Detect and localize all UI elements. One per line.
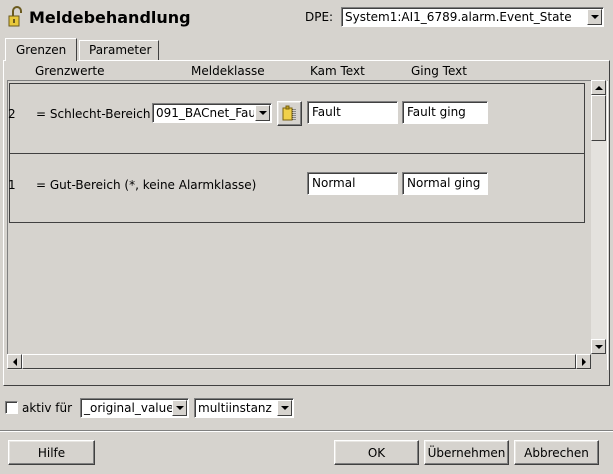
instance-select[interactable]: multiinstanz [194, 398, 294, 418]
lock-icon [8, 6, 24, 28]
scroll-right-button[interactable] [576, 354, 591, 369]
aktiv-checkbox[interactable] [5, 401, 18, 414]
scroll-left-button[interactable] [7, 354, 22, 369]
tab-parameter[interactable]: Parameter [79, 40, 159, 60]
instance-select-value: multiinstanz [198, 401, 272, 415]
dpe-label: DPE: [305, 10, 334, 24]
vertical-scrollbar[interactable] [591, 80, 607, 354]
scroll-down-button[interactable] [591, 339, 606, 354]
tab-grenzen[interactable]: Grenzen [5, 38, 77, 61]
scroll-up-button[interactable] [591, 80, 606, 95]
abbrechen-button[interactable]: Abbrechen [514, 440, 599, 465]
uebernehmen-button[interactable]: Übernehmen [424, 440, 509, 465]
aktiv-label: aktiv für [22, 401, 73, 415]
ging-text-input[interactable]: Fault ging [402, 101, 488, 124]
scrollbar-corner [591, 354, 607, 370]
tab-parameter-label: Parameter [89, 43, 152, 57]
chevron-down-icon[interactable] [277, 400, 292, 416]
column-header-meldeklasse: Meldeklasse [191, 64, 265, 78]
column-header-ging-text: Ging Text [411, 64, 467, 78]
value-select-value: _original_value [84, 401, 174, 415]
horizontal-scrollbar[interactable] [7, 354, 591, 370]
row-index: 1 [8, 178, 16, 192]
ok-button[interactable]: OK [334, 440, 419, 465]
ging-text-input[interactable]: Normal ging [402, 172, 488, 195]
tab-grenzen-label: Grenzen [16, 43, 67, 57]
value-select[interactable]: _original_value [80, 398, 189, 418]
kam-text-input[interactable]: Fault [307, 101, 398, 124]
meldeklasse-select-value: 091_BACnet_Fault [156, 106, 254, 120]
dpe-select-value: System1:AI1_6789.alarm.Event_State [345, 10, 572, 24]
hilfe-button[interactable]: Hilfe [8, 440, 95, 465]
row-index: 2 [8, 107, 16, 121]
vertical-scroll-thumb[interactable] [591, 95, 606, 141]
chevron-down-icon[interactable] [587, 9, 602, 25]
class-picker-icon[interactable] [277, 101, 302, 126]
row-range-label: = Schlecht-Bereich [36, 107, 151, 121]
meldeklasse-select[interactable]: 091_BACnet_Fault [152, 103, 272, 123]
row-range-label: = Gut-Bereich (*, keine Alarmklasse) [36, 178, 257, 192]
column-header-kam-text: Kam Text [310, 64, 365, 78]
chevron-down-icon[interactable] [255, 105, 270, 121]
dpe-select[interactable]: System1:AI1_6789.alarm.Event_State [341, 7, 604, 27]
horizontal-scroll-thumb[interactable] [22, 354, 576, 369]
separator [0, 430, 613, 432]
window-title: Meldebehandlung [29, 8, 191, 27]
column-header-grenzwerte: Grenzwerte [35, 64, 105, 78]
kam-text-input[interactable]: Normal [307, 172, 398, 195]
chevron-down-icon[interactable] [172, 400, 187, 416]
